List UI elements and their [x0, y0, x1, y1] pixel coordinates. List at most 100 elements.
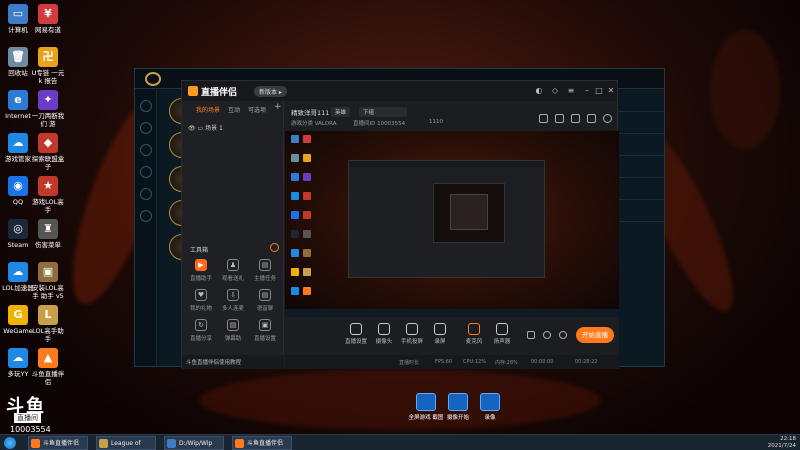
- action-icon: [468, 323, 480, 335]
- menu-icon[interactable]: ≡: [566, 86, 576, 96]
- version-badge[interactable]: 新版本 ▸: [254, 86, 287, 97]
- notification-icon[interactable]: ◐: [534, 86, 544, 96]
- record-icon: [480, 393, 500, 411]
- friend-row[interactable]: [617, 112, 664, 134]
- tab-options[interactable]: 可选项: [248, 105, 266, 114]
- desktop-icon[interactable]: ▣ 安装LOL高手 助手 v5: [30, 262, 66, 300]
- action-button[interactable]: 扬声器: [487, 323, 517, 345]
- nav-loot-icon[interactable]: [139, 166, 152, 178]
- desktop-icon-label: 伤害菜单: [35, 241, 61, 249]
- desktop-icon[interactable]: ♜ 伤害菜单: [30, 219, 66, 249]
- minimize-icon[interactable]: –: [582, 86, 592, 96]
- tool-button[interactable]: ▣ 直播设置: [250, 319, 280, 342]
- desktop-icon[interactable]: 卍 U专链 一元k 报告: [30, 47, 66, 85]
- desktop-icon[interactable]: ¥ 网易有道: [30, 4, 66, 34]
- desktop-icon[interactable]: ▲ 斗鱼直播伴侣: [30, 348, 66, 386]
- taskbar-item-label: 斗鱼直播伴侣: [247, 440, 284, 447]
- preview-desktop-icon: [303, 230, 311, 238]
- action-icon: [496, 323, 508, 335]
- taskbar-item[interactable]: 斗鱼直播伴侣: [232, 436, 292, 450]
- taskbar-item[interactable]: 斗鱼直播伴侣: [28, 436, 88, 450]
- scene-item[interactable]: 👁 ▭ 场景 1: [188, 123, 223, 132]
- nav-store-icon[interactable]: [139, 188, 152, 200]
- tool-button[interactable]: ▤ 主播任务: [250, 259, 280, 282]
- nav-home-icon[interactable]: [139, 100, 152, 112]
- tool-button[interactable]: ▶ 直播助手: [186, 259, 216, 282]
- category-field[interactable]: 英雄: [331, 107, 351, 117]
- desktop-icon[interactable]: L LOL高手助手: [30, 305, 66, 343]
- edit-icon[interactable]: [571, 114, 580, 123]
- tool-icon: ▤: [259, 259, 271, 271]
- nav-profile-icon[interactable]: [139, 122, 152, 134]
- toolbox-settings-icon[interactable]: [270, 243, 279, 252]
- stream-preview[interactable]: [285, 131, 619, 317]
- tool-label: 主播任务: [253, 276, 276, 282]
- desktop-icon-label: Internet: [5, 112, 31, 120]
- nav-clash-icon[interactable]: [139, 210, 152, 222]
- friend-row[interactable]: [617, 200, 664, 222]
- desktop-icon-label: 斗鱼直播伴侣: [31, 370, 65, 386]
- desktop-icon[interactable]: ★ 游戏LOL高手: [30, 176, 66, 214]
- start-live-button[interactable]: 开始直播: [576, 327, 614, 343]
- share-icon[interactable]: [603, 114, 612, 123]
- action-button[interactable]: 直播设置: [341, 323, 371, 345]
- maximize-icon[interactable]: □: [594, 86, 604, 96]
- quick-button-record[interactable]: 录像: [470, 393, 510, 421]
- cart-icon[interactable]: [587, 114, 596, 123]
- desktop-icon-glyph: ☁: [8, 348, 28, 368]
- tutorial-link[interactable]: 斗鱼直播伴侣使用教程: [182, 355, 284, 369]
- screen-icon[interactable]: [555, 114, 564, 123]
- action-button[interactable]: 摄像头: [369, 323, 399, 345]
- live-companion-window[interactable]: 直播伴侣 新版本 ▸ ◐ ◇ ≡ – □ ✕ 我的场景 互动 可选项 + 👁 ▭…: [181, 80, 619, 369]
- friend-row[interactable]: [617, 134, 664, 156]
- system-clock[interactable]: 22:18 2021/7/24: [768, 436, 796, 450]
- desktop-icon-glyph: ☁: [8, 133, 28, 153]
- taskbar-app-icon: [31, 439, 40, 448]
- action-icon: [350, 323, 362, 335]
- settings-icon[interactable]: [559, 331, 567, 339]
- desktop-icon-glyph: ▭: [8, 4, 28, 24]
- tool-label: 弹幕助: [224, 336, 242, 342]
- tool-button[interactable]: ↻ 直播分享: [186, 319, 216, 342]
- taskbar: 斗鱼直播伴侣 League of Lege D:/Wip/Wip 斗鱼直播伴侣 22:…: [0, 434, 800, 450]
- action-button[interactable]: 录屏: [425, 323, 455, 345]
- desktop-icon-label: 游戏管家: [5, 155, 31, 163]
- preview-desktop-icon: [303, 287, 311, 295]
- tag-field[interactable]: 下组: [359, 107, 407, 117]
- taskbar-app-icon: [99, 439, 108, 448]
- action-label: 麦克风: [465, 339, 483, 345]
- tool-button[interactable]: ▤ 弹幕助: [218, 319, 248, 342]
- tool-button[interactable]: ♥ 我的礼物: [186, 289, 216, 312]
- add-scene-icon[interactable]: +: [274, 102, 282, 112]
- tool-button[interactable]: ♟ 观看送礼: [218, 259, 248, 282]
- preview-desktop-icon: [303, 154, 311, 162]
- action-button[interactable]: 手机投屏: [397, 323, 427, 345]
- action-button[interactable]: 麦克风: [459, 323, 489, 345]
- tool-button[interactable]: ▤ 语音聊: [250, 289, 280, 312]
- taskbar-item[interactable]: D:/Wip/Wip: [164, 436, 224, 450]
- tool-icon: ♟: [227, 259, 239, 271]
- tab-interaction[interactable]: 互动: [228, 105, 240, 114]
- friend-row[interactable]: [617, 178, 664, 200]
- start-button-icon[interactable]: [4, 437, 16, 449]
- close-icon[interactable]: ✕: [606, 86, 616, 96]
- taskbar-item[interactable]: League of Lege: [96, 436, 156, 450]
- eye-icon[interactable]: [543, 331, 551, 339]
- tool-button[interactable]: ⇩ 多人连麦: [218, 289, 248, 312]
- tab-my-scenes[interactable]: 我的场景: [196, 105, 220, 114]
- action-label: 扬声器: [493, 339, 511, 345]
- camera-icon[interactable]: [527, 331, 535, 339]
- desktop-icon-label: QQ: [12, 198, 24, 206]
- skin-icon[interactable]: ◇: [550, 86, 560, 96]
- desktop-icon[interactable]: ◆ 探索联盟盒子: [30, 133, 66, 171]
- gift-icon[interactable]: [539, 114, 548, 123]
- preview-desktop-icon: [303, 173, 311, 181]
- action-label: 录屏: [434, 339, 446, 345]
- tool-label: 直播分享: [189, 336, 212, 342]
- desktop-icon-glyph: ★: [38, 176, 58, 196]
- nav-collection-icon[interactable]: [139, 144, 152, 156]
- friend-row[interactable]: [617, 156, 664, 178]
- friend-row[interactable]: [617, 90, 664, 112]
- desktop-icon[interactable]: ✦ 一刀两断我们 游: [30, 90, 66, 128]
- action-icon: [378, 323, 390, 335]
